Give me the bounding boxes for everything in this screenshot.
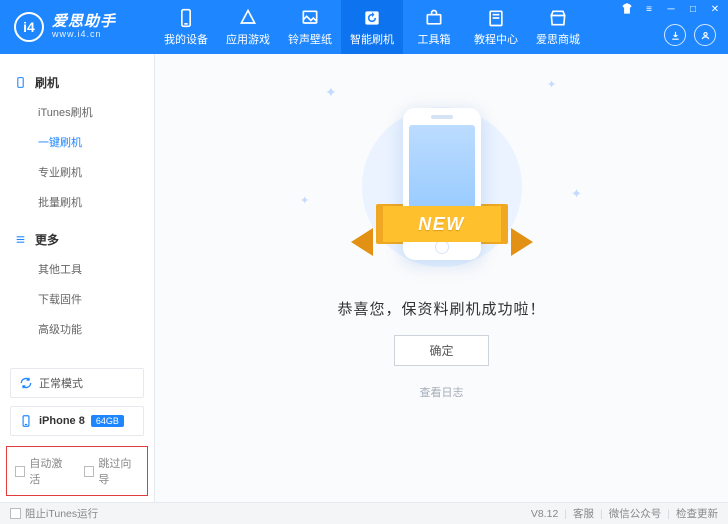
group-title: 刷机 bbox=[35, 74, 59, 91]
storage-badge: 64GB bbox=[91, 415, 124, 427]
nav-ringtones[interactable]: 铃声壁纸 bbox=[279, 0, 341, 54]
nav-label: 工具箱 bbox=[418, 31, 451, 47]
logo-icon: i4 bbox=[14, 12, 44, 42]
auto-activate-checkbox[interactable]: 自动激活 bbox=[15, 455, 70, 487]
nav-label: 教程中心 bbox=[474, 31, 518, 47]
view-log-link[interactable]: 查看日志 bbox=[420, 384, 464, 400]
sidebar-item-batch-flash[interactable]: 批量刷机 bbox=[0, 187, 154, 217]
toolbox-icon bbox=[424, 8, 444, 28]
sidebar-item-pro-flash[interactable]: 专业刷机 bbox=[0, 157, 154, 187]
user-icon bbox=[700, 30, 711, 41]
download-icon bbox=[670, 30, 681, 41]
nav-label: 铃声壁纸 bbox=[288, 31, 332, 47]
nav-tutorials[interactable]: 教程中心 bbox=[465, 0, 527, 54]
new-ribbon: NEW bbox=[383, 206, 501, 242]
nav-label: 我的设备 bbox=[164, 31, 208, 47]
phone-icon bbox=[176, 8, 196, 28]
wechat-link[interactable]: 微信公众号 bbox=[609, 506, 662, 521]
sidebar: 刷机 iTunes刷机 一键刷机 专业刷机 批量刷机 更多 其他工具 下载固件 … bbox=[0, 54, 155, 502]
device-box[interactable]: iPhone 8 64GB bbox=[10, 406, 144, 436]
spark-icon: ✦ bbox=[325, 84, 337, 101]
brand-name: 爱思助手 bbox=[52, 14, 116, 30]
nav-apps[interactable]: 应用游戏 bbox=[217, 0, 279, 54]
refresh-icon bbox=[362, 8, 382, 28]
image-icon bbox=[300, 8, 320, 28]
version-label: V8.12 bbox=[531, 508, 558, 520]
ok-button[interactable]: 确定 bbox=[394, 335, 488, 366]
skin-icon[interactable] bbox=[620, 2, 634, 16]
menu-icon[interactable]: ≡ bbox=[642, 2, 656, 16]
sidebar-item-onekey-flash[interactable]: 一键刷机 bbox=[0, 127, 154, 157]
group-title: 更多 bbox=[35, 231, 59, 248]
spark-icon: ✦ bbox=[571, 186, 582, 202]
device-name: iPhone 8 bbox=[39, 415, 85, 427]
nav-label: 智能刷机 bbox=[350, 31, 394, 47]
sidebar-item-download-firmware[interactable]: 下载固件 bbox=[0, 284, 154, 314]
minimize-icon[interactable]: ─ bbox=[664, 2, 678, 16]
main-content: ✦ ✦ ✦ ✦ NEW 恭喜您，保资料刷机成功啦！ 确定 查看日志 bbox=[155, 54, 728, 502]
sidebar-group-more[interactable]: 更多 bbox=[0, 225, 154, 254]
sidebar-item-itunes-flash[interactable]: iTunes刷机 bbox=[0, 97, 154, 127]
maximize-icon[interactable]: □ bbox=[686, 2, 700, 16]
titlebar: i4 爱思助手 www.i4.cn 我的设备 应用游戏 铃声壁纸 智能刷机 工具… bbox=[0, 0, 728, 54]
nav-label: 爱思商城 bbox=[536, 31, 580, 47]
nav-toolbox[interactable]: 工具箱 bbox=[403, 0, 465, 54]
check-update-link[interactable]: 检查更新 bbox=[676, 506, 718, 521]
account-button[interactable] bbox=[694, 24, 716, 46]
success-illustration: NEW bbox=[357, 102, 527, 272]
download-button[interactable] bbox=[664, 24, 686, 46]
success-message: 恭喜您，保资料刷机成功啦！ bbox=[337, 298, 545, 319]
list-icon bbox=[14, 233, 27, 246]
nav-flash[interactable]: 智能刷机 bbox=[341, 0, 403, 54]
apps-icon bbox=[238, 8, 258, 28]
block-itunes-checkbox[interactable]: 阻止iTunes运行 bbox=[10, 506, 98, 521]
sync-icon bbox=[19, 376, 33, 390]
phone-icon bbox=[14, 76, 27, 89]
nav-label: 应用游戏 bbox=[226, 31, 270, 47]
support-link[interactable]: 客服 bbox=[573, 506, 594, 521]
sidebar-item-advanced[interactable]: 高级功能 bbox=[0, 314, 154, 344]
bottom-options: 自动激活 跳过向导 bbox=[6, 446, 148, 496]
skip-guide-checkbox[interactable]: 跳过向导 bbox=[84, 455, 139, 487]
window-controls: ≡ ─ □ ✕ bbox=[620, 2, 722, 16]
sidebar-item-other-tools[interactable]: 其他工具 bbox=[0, 254, 154, 284]
spark-icon: ✦ bbox=[300, 194, 309, 207]
nav-shop[interactable]: 爱思商城 bbox=[527, 0, 589, 54]
device-mode[interactable]: 正常模式 bbox=[10, 368, 144, 398]
close-icon[interactable]: ✕ bbox=[708, 2, 722, 16]
brand-url: www.i4.cn bbox=[52, 30, 116, 39]
spark-icon: ✦ bbox=[547, 78, 556, 91]
phone-icon bbox=[19, 414, 33, 428]
shop-icon bbox=[548, 8, 568, 28]
nav-my-device[interactable]: 我的设备 bbox=[155, 0, 217, 54]
sidebar-group-flash[interactable]: 刷机 bbox=[0, 68, 154, 97]
book-icon bbox=[486, 8, 506, 28]
mode-label: 正常模式 bbox=[39, 375, 83, 391]
logo[interactable]: i4 爱思助手 www.i4.cn bbox=[0, 12, 155, 42]
footer: 阻止iTunes运行 V8.12 | 客服 | 微信公众号 | 检查更新 bbox=[0, 502, 728, 524]
